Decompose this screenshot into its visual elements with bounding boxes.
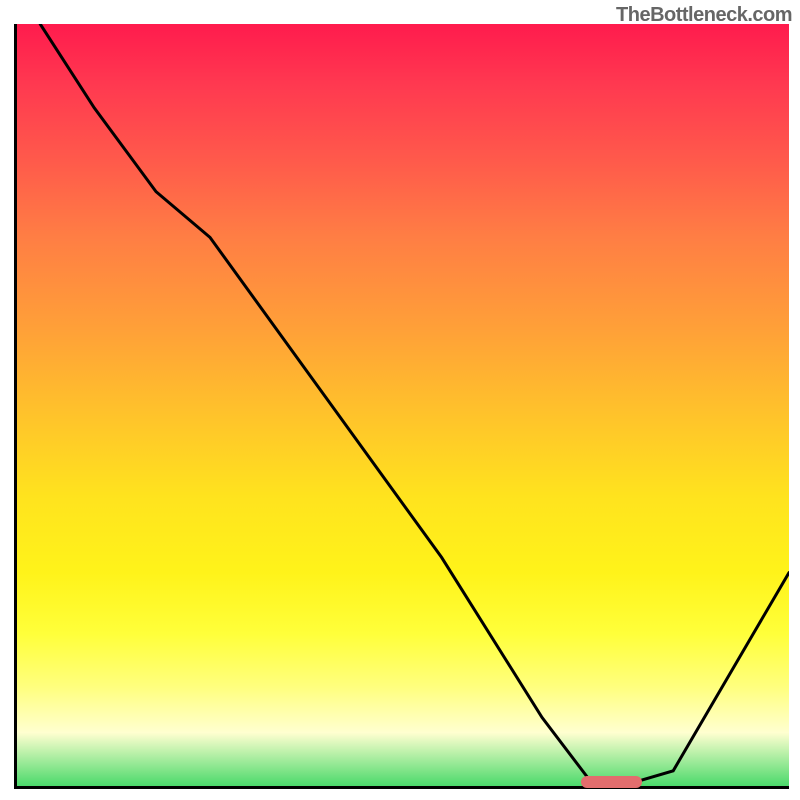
gradient-background	[17, 24, 789, 786]
plot-area	[14, 24, 789, 789]
optimal-marker	[581, 776, 643, 788]
watermark-text: TheBottleneck.com	[616, 4, 792, 27]
